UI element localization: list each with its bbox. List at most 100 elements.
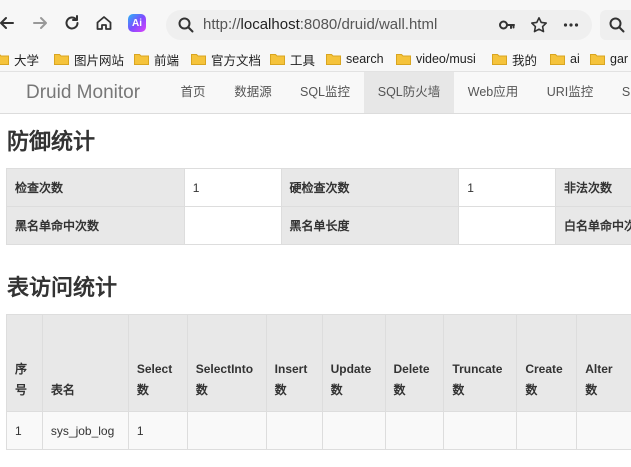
- bookmark-folder[interactable]: 我的: [492, 50, 537, 68]
- hard-check-count-value: 1: [458, 168, 556, 207]
- bookmark-label: 前端: [154, 53, 180, 68]
- illegal-count-label: 非法次数: [554, 168, 631, 207]
- blacklist-size-label: 黑名单长度: [280, 206, 460, 245]
- home-icon: [96, 16, 112, 30]
- bookmark-label: search: [346, 52, 384, 66]
- reload-button[interactable]: [59, 10, 85, 36]
- home-button[interactable]: [91, 10, 117, 36]
- cell-index: 1: [6, 411, 43, 450]
- ai-extension-icon: Ai: [128, 14, 146, 32]
- folder-icon: [492, 53, 507, 65]
- nav-item-uri-monitor[interactable]: URI监控: [534, 72, 606, 113]
- url-text: http://localhost:8080/druid/wall.html: [203, 16, 437, 33]
- folder-icon: [54, 53, 69, 65]
- search-icon: [609, 17, 625, 33]
- bookmark-label: ai: [570, 52, 580, 66]
- password-key-button[interactable]: [496, 14, 518, 36]
- bookmark-label: 工具: [290, 53, 316, 68]
- bookmark-label: video/musi: [416, 52, 476, 66]
- favorite-button[interactable]: [528, 14, 550, 36]
- cell-create: [516, 411, 578, 450]
- col-header-delete[interactable]: Delete 数: [384, 314, 445, 412]
- bookmark-folder[interactable]: search: [326, 50, 384, 68]
- folder-icon: [550, 53, 565, 65]
- whitelist-hit-label: 白名单命中次: [554, 206, 631, 245]
- cell-table-name: sys_job_log: [41, 411, 129, 450]
- bookmark-label: gar: [610, 52, 629, 66]
- col-header-insert[interactable]: Insert 数: [265, 314, 323, 412]
- nav-item-home[interactable]: 首页: [168, 72, 218, 113]
- table-header-row: 序号 表名 Select 数 SelectInto 数 Insert 数 Update…: [6, 314, 631, 412]
- col-header-create[interactable]: Create 数: [516, 314, 578, 412]
- col-header-table-name[interactable]: 表名: [41, 314, 129, 412]
- brand-title[interactable]: Druid Monitor: [26, 82, 140, 104]
- nav-item-sql-monitor[interactable]: SQL监控: [288, 72, 362, 113]
- access-table: 序号 表名 Select 数 SelectInto 数 Insert 数 Update…: [6, 314, 631, 450]
- check-count-value: 1: [183, 168, 282, 207]
- sidebar-search-button[interactable]: [600, 10, 631, 40]
- folder-icon: [134, 53, 149, 65]
- star-icon: [531, 17, 547, 33]
- folder-icon: [590, 53, 605, 65]
- back-button[interactable]: [0, 10, 20, 36]
- bookmark-folder[interactable]: ai: [550, 50, 580, 68]
- back-arrow-icon: [0, 17, 14, 29]
- bookmark-folder[interactable]: 前端: [134, 50, 179, 68]
- more-dots-icon: [563, 23, 579, 27]
- url-scheme: http://: [203, 16, 241, 33]
- bookmark-label: 图片网站: [74, 53, 125, 68]
- bookmark-label: 大学: [14, 53, 40, 68]
- ai-badge-text: Ai: [132, 17, 142, 29]
- reload-icon: [65, 15, 79, 30]
- table-row: 1 sys_job_log 1: [6, 411, 631, 450]
- ai-extension-button[interactable]: Ai: [124, 10, 150, 36]
- bookmark-folder[interactable]: video/musi: [396, 50, 476, 68]
- col-header-select[interactable]: Select 数: [127, 314, 188, 412]
- address-bar[interactable]: http://localhost:8080/druid/wall.html: [166, 10, 592, 40]
- check-count-label: 检查次数: [6, 168, 185, 207]
- blacklist-size-value: [458, 206, 556, 245]
- access-title: 表访问统计: [7, 275, 118, 300]
- forward-arrow-icon: [33, 17, 47, 29]
- bookmark-folder[interactable]: 工具: [270, 50, 315, 68]
- bookmark-label: 官方文档: [211, 53, 262, 68]
- cell-insert: [265, 411, 323, 450]
- defense-table: 检查次数 1 硬检查次数 1 非法次数 黑名单命中次数 黑名单长度 白名单命中次: [6, 168, 631, 245]
- nav-item-sql-firewall[interactable]: SQL防火墙: [364, 72, 454, 113]
- table-row: 检查次数 1 硬检查次数 1 非法次数: [6, 168, 631, 207]
- col-header-alter[interactable]: Alter 数: [576, 314, 631, 412]
- bookmark-folder[interactable]: 图片网站: [54, 50, 124, 68]
- col-header-truncate[interactable]: Truncate 数: [443, 314, 518, 412]
- bookmark-folder[interactable]: gar: [590, 50, 628, 68]
- folder-icon: [270, 53, 285, 65]
- nav-item-datasource[interactable]: 数据源: [222, 72, 284, 113]
- col-header-selectinto[interactable]: SelectInto 数: [186, 314, 267, 412]
- cell-alter: [576, 411, 631, 450]
- blacklist-hit-value: [183, 206, 282, 245]
- cell-delete: [384, 411, 445, 450]
- hard-check-count-label: 硬检查次数: [280, 168, 460, 207]
- folder-icon: [0, 53, 9, 65]
- nav-item-web-app[interactable]: Web应用: [456, 72, 530, 113]
- defense-title: 防御统计: [7, 129, 96, 154]
- more-menu-button[interactable]: [560, 14, 582, 36]
- cell-truncate: [443, 411, 518, 450]
- folder-icon: [326, 53, 341, 65]
- cell-selectinto: [186, 411, 267, 450]
- folder-icon: [191, 53, 206, 65]
- bookmarks-bar: 大学 图片网站 前端 官方文档 工具 search video/musi 我的 …: [0, 46, 631, 72]
- forward-button[interactable]: [27, 10, 53, 36]
- col-header-index[interactable]: 序号: [6, 314, 43, 412]
- url-path: :8080/druid/wall.html: [299, 16, 438, 33]
- col-header-update[interactable]: Update 数: [321, 314, 386, 412]
- blacklist-hit-label: 黑名单命中次数: [6, 206, 185, 245]
- bookmark-folder[interactable]: 大学: [0, 50, 39, 68]
- cell-select: 1: [127, 411, 188, 450]
- nav-item-more[interactable]: S: [616, 72, 631, 113]
- table-row: 黑名单命中次数 黑名单长度 白名单命中次: [6, 206, 631, 245]
- bookmark-folder[interactable]: 官方文档: [191, 50, 261, 68]
- bookmark-label: 我的: [512, 53, 538, 68]
- url-host: localhost: [240, 16, 300, 33]
- browser-toolbar: Ai http://localhost:8080/druid/wall.html: [0, 0, 631, 46]
- key-icon: [499, 20, 515, 30]
